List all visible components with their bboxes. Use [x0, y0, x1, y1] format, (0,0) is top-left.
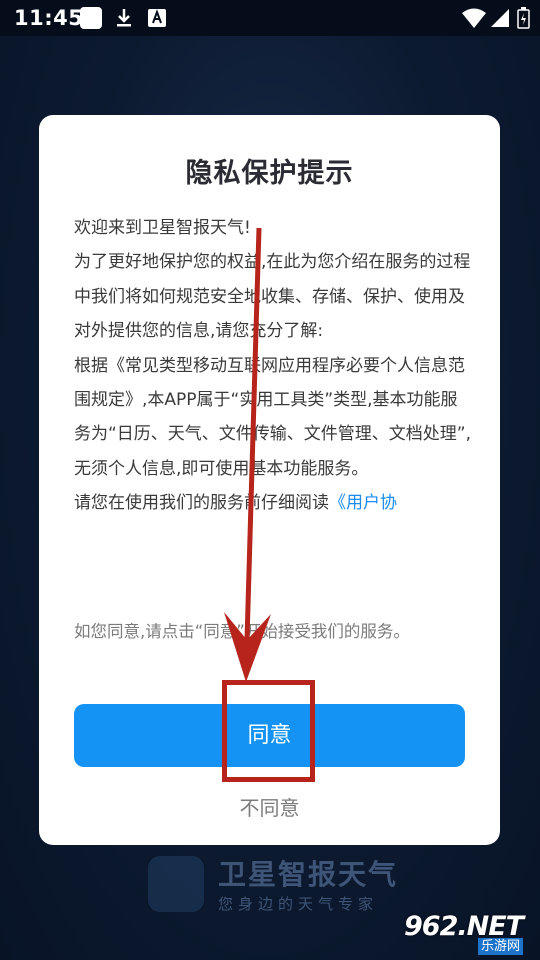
content-last-line: 请您在使用我们的服务前仔细阅读 — [74, 493, 329, 514]
disagree-button[interactable]: 不同意 — [39, 792, 500, 821]
dialog-title: 隐私保护提示 — [185, 158, 354, 189]
content-paragraph: 根据《常见类型移动互联网应用程序必要个人信息范围规定》,本APP属于“实用工具类… — [74, 355, 472, 479]
brand-slogan: 您身边的天气专家 — [218, 895, 379, 913]
a-notification-icon — [148, 9, 166, 27]
brand-name: 卫星智报天气 — [218, 858, 399, 891]
download-icon — [117, 9, 131, 27]
watermark-sub: 乐游网 — [478, 938, 524, 955]
app-logo — [148, 856, 204, 912]
square-notification-icon — [80, 7, 102, 29]
annotation-highlight-box — [222, 680, 315, 782]
privacy-content-scroll[interactable]: 欢迎来到卫星智报天气! 为了更好地保护您的权益,在此为您介绍在服务的过程中我们将… — [74, 211, 474, 591]
wifi-icon — [462, 8, 486, 28]
content-paragraph: 为了更好地保护您的权益,在此为您介绍在服务的过程中我们将如何规范安全地收集、存储… — [74, 252, 471, 342]
signal-icon — [491, 9, 509, 27]
status-bar: 11:45 — [0, 0, 540, 36]
status-time: 11:45 — [14, 6, 84, 30]
battery-icon — [517, 7, 530, 29]
user-agreement-link[interactable]: 《用户协 — [329, 493, 397, 513]
content-paragraph: 请您在使用我们的服务前仔细阅读《用户协 — [74, 486, 474, 520]
content-paragraph: 欢迎来到卫星智报天气! — [74, 218, 251, 238]
agree-note: 如您同意,请点击“同意”开始接受我们的服务。 — [74, 622, 410, 641]
